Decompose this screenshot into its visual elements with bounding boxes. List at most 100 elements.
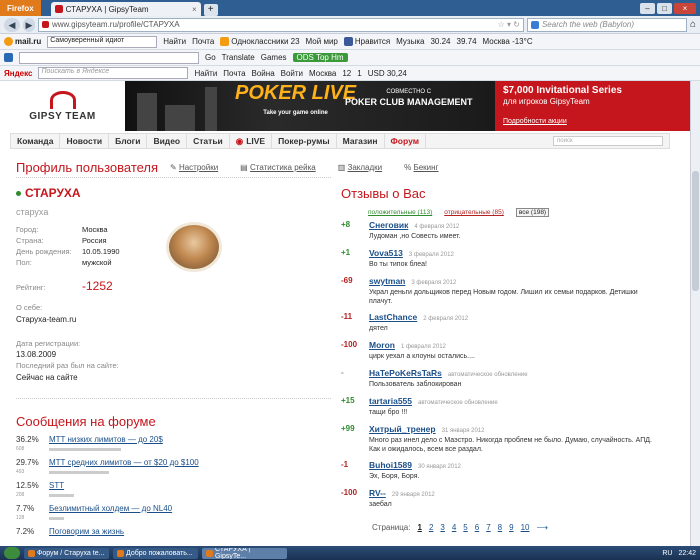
toolbar1-item-0[interactable]: Почта — [192, 37, 214, 46]
field-value-gender: мужской — [82, 258, 112, 267]
go-button[interactable]: Go — [205, 53, 216, 62]
close-tab-icon[interactable]: × — [192, 5, 197, 14]
toolbar1-item-4[interactable]: Музыка — [396, 37, 424, 46]
yandex-find-button[interactable]: Найти — [194, 69, 217, 78]
avatar[interactable] — [166, 222, 222, 272]
firefox-menu-button[interactable]: Firefox — [0, 0, 41, 16]
toolbar1-item-3[interactable]: Нравится — [343, 37, 390, 46]
babylon-logo-icon — [4, 53, 13, 62]
review-author-link[interactable]: RV-- — [369, 488, 386, 498]
yandex-logo[interactable]: Яндекс — [4, 69, 32, 78]
review-body: Хитрый_тренер 31 января 2012 Много раз ине… — [369, 424, 659, 454]
promo-link[interactable]: Подробности акции — [503, 116, 692, 127]
yandex-usd[interactable]: USD 30,24 — [368, 69, 407, 78]
yandex-search-input[interactable]: Поискать в Яндексе — [38, 67, 189, 79]
toolbar1-item-7[interactable]: Москва -13°C — [483, 37, 533, 46]
search-box[interactable]: Search the web (Babylon) — [526, 17, 687, 32]
home-icon[interactable]: ⌂ — [690, 19, 696, 30]
yandex-city[interactable]: Москва — [309, 69, 336, 78]
start-button[interactable] — [4, 547, 20, 559]
taskbar-task-1[interactable]: Добро пожаловать... — [113, 547, 198, 559]
review-author-link[interactable]: swytman — [369, 276, 405, 286]
review-date: 30 января 2012 — [418, 464, 461, 470]
filter-all[interactable]: все (198) — [515, 208, 550, 217]
bookmark-star-icon[interactable]: ☆ ▾ ↻ — [498, 20, 520, 29]
pager-page-5[interactable]: 5 — [463, 523, 467, 532]
yandex-war[interactable]: Война — [252, 69, 275, 78]
tab-backing[interactable]: % Бекинг — [404, 163, 438, 172]
pager-next-button[interactable]: ⟶ — [536, 523, 547, 532]
nav-team[interactable]: Команда — [11, 134, 61, 148]
minimize-button[interactable]: – — [640, 2, 655, 14]
mailru-search[interactable]: Самоуверенный идиот — [47, 35, 158, 48]
filter-positive[interactable]: положительные (113) — [368, 209, 432, 216]
yandex-login[interactable]: Войти — [281, 69, 303, 78]
toolbar1-item-5: 30.24 — [430, 37, 451, 46]
pager-page-6[interactable]: 6 — [475, 523, 479, 532]
review-author-link[interactable]: Снеговик — [369, 220, 408, 230]
review-author-link[interactable]: Vova513 — [369, 248, 403, 258]
language-indicator[interactable]: RU — [662, 550, 672, 557]
review-author-link[interactable]: tartaria555 — [369, 396, 412, 406]
bookmark-icon: ▥ — [337, 163, 346, 172]
page-scrollbar[interactable] — [690, 81, 700, 546]
forum-link[interactable]: MTT низких лимитов — до 20$ — [49, 435, 163, 444]
translate-button[interactable]: Translate — [222, 53, 255, 62]
gipsyteam-logo[interactable]: GIPSY TEAM — [0, 81, 125, 131]
taskbar-task-0[interactable]: Форум / Старуха te... — [24, 547, 109, 559]
games-button[interactable]: Games — [261, 53, 287, 62]
maximize-button[interactable]: □ — [657, 2, 672, 14]
pager-page-9[interactable]: 9 — [509, 523, 513, 532]
browser-tab[interactable]: СТАРУХА | GipsyTeam × — [50, 2, 201, 16]
forward-button[interactable]: ▶ — [23, 17, 35, 32]
review-date: 31 января 2012 — [441, 428, 485, 434]
babylon-search-input[interactable] — [19, 51, 199, 64]
toolbar1-item-1[interactable]: Одноклассники 23 — [220, 37, 300, 46]
nav-blogs[interactable]: Блоги — [109, 134, 148, 148]
nav-pokerrooms[interactable]: Покер-румы — [272, 134, 337, 148]
review-body: LastChance 2 февраля 2012 дятел — [369, 312, 659, 333]
close-window-button[interactable]: × — [674, 2, 696, 14]
mailru-logo[interactable]: mail.ru — [4, 37, 41, 46]
forum-link[interactable]: Безлимитный холдем — до NL40 — [49, 504, 172, 513]
toolbar1-item-2[interactable]: Мой мир — [306, 37, 338, 46]
review-author-link[interactable]: HaTePoKeRsTaRs — [369, 368, 442, 378]
pager-page-2[interactable]: 2 — [429, 523, 433, 532]
scrollbar-thumb[interactable] — [692, 171, 699, 291]
pager-page-8[interactable]: 8 — [498, 523, 502, 532]
url-bar[interactable]: www.gipsyteam.ru/profile/СТАРУХА ☆ ▾ ↻ — [38, 17, 524, 32]
review-author-link[interactable]: Buhoi1589 — [369, 460, 412, 470]
nav-forum[interactable]: Форум — [385, 134, 426, 148]
nav-live[interactable]: ◉ LIVE — [230, 134, 273, 148]
tab-rake-stats[interactable]: ▤ Статистика рейка — [240, 163, 316, 172]
promo-banner[interactable]: $7,000 Invitational Series для игроков G… — [495, 81, 700, 131]
back-button[interactable]: ◀ — [4, 17, 20, 32]
forum-link[interactable]: Поговорим за жизнь — [49, 527, 124, 536]
pager-page-4[interactable]: 4 — [452, 523, 456, 532]
filter-negative[interactable]: отрицательные (85) — [444, 209, 504, 216]
nav-articles[interactable]: Статьи — [187, 134, 230, 148]
tab-bookmarks[interactable]: ▥ Закладки — [338, 163, 382, 172]
forum-link[interactable]: MTT средних лимитов — от $20 до $100 — [49, 458, 199, 467]
review-body: HaTePoKeRsTaRs автоматическое обновление П… — [369, 368, 659, 389]
nav-video[interactable]: Видео — [147, 134, 188, 148]
pager-page-1[interactable]: 1 — [417, 523, 421, 532]
pager-page-3[interactable]: 3 — [440, 523, 444, 532]
pager-page-10[interactable]: 10 — [521, 523, 530, 532]
tab-settings[interactable]: ✎ Настройки — [170, 163, 218, 172]
yandex-mail[interactable]: Почта — [223, 69, 245, 78]
mailru-find-button[interactable]: Найти — [163, 37, 186, 46]
review-author-link[interactable]: Хитрый_тренер — [369, 424, 436, 434]
clock[interactable]: 22:42 — [678, 550, 696, 557]
poker-live-banner[interactable]: POKER LIVE Take your game online СОВМЕСТН… — [125, 81, 495, 131]
forum-link[interactable]: STT — [49, 481, 64, 490]
review-author-link[interactable]: LastChance — [369, 312, 417, 322]
review-author-link[interactable]: Moron — [369, 340, 395, 350]
nav-news[interactable]: Новости — [60, 134, 110, 148]
green-button[interactable]: ODS Top Hm — [292, 53, 348, 62]
taskbar-task-2[interactable]: СТАРУХА | GipsyTe... — [202, 547, 287, 559]
site-search-input[interactable]: поиск — [553, 136, 663, 146]
new-tab-button[interactable]: + — [203, 3, 218, 16]
pager-page-7[interactable]: 7 — [486, 523, 490, 532]
nav-shop[interactable]: Магазин — [337, 134, 385, 148]
